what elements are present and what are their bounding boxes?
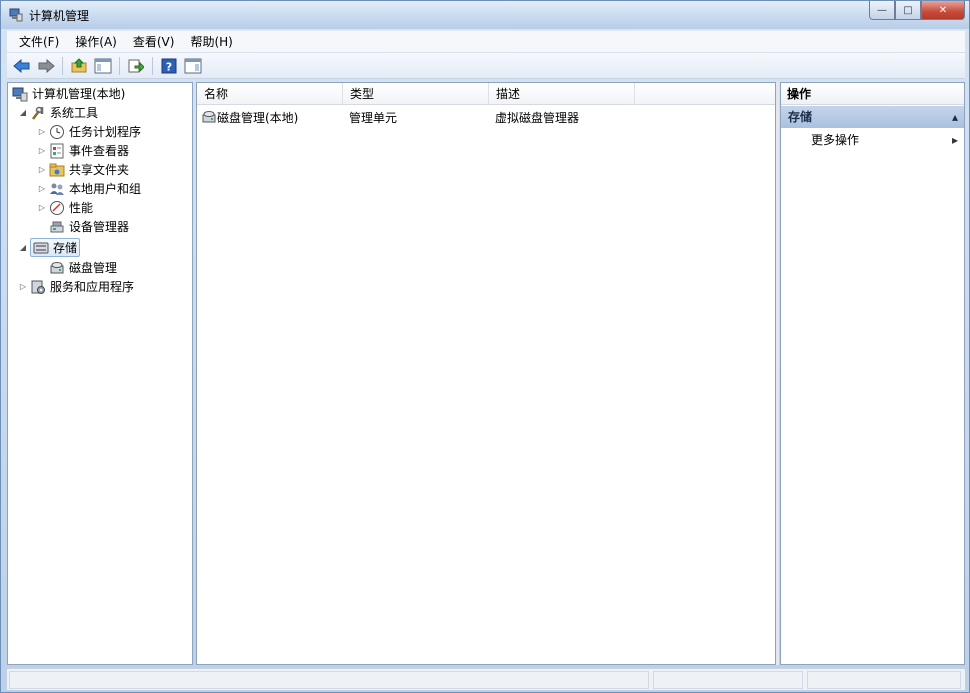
forward-icon[interactable] bbox=[35, 56, 57, 76]
tree-label: 共享文件夹 bbox=[69, 163, 130, 177]
status-bar-cell bbox=[807, 671, 961, 689]
details-list-pane[interactable]: 名称 类型 描述 磁盘管理(本地) 管理单元 虚拟磁盘管理器 bbox=[196, 82, 776, 665]
clock-icon bbox=[49, 124, 65, 140]
shared-folder-icon bbox=[49, 162, 65, 178]
tools-icon bbox=[30, 105, 46, 121]
status-bar-cell bbox=[9, 671, 649, 689]
services-icon bbox=[30, 279, 46, 295]
toolbar-separator bbox=[152, 56, 153, 75]
disk-management-icon bbox=[201, 109, 217, 125]
minimize-button[interactable]: — bbox=[869, 1, 895, 20]
actions-section-storage[interactable]: 存储 ▴ bbox=[781, 106, 964, 128]
tree-label: 服务和应用程序 bbox=[50, 280, 135, 294]
up-folder-icon[interactable] bbox=[68, 56, 90, 76]
computer-management-window: 计算机管理 — □ ✕ 文件(F) 操作(A) 查看(V) 帮助(H) ? 计算… bbox=[0, 0, 970, 693]
tree-label: 事件查看器 bbox=[69, 144, 130, 158]
column-header-name[interactable]: 名称 bbox=[197, 83, 343, 105]
status-bar-cell bbox=[653, 671, 803, 689]
submenu-arrow-icon: ▸ bbox=[951, 133, 958, 147]
expand-arrow-icon[interactable]: ▷ bbox=[37, 165, 47, 174]
menu-action[interactable]: 操作(A) bbox=[67, 32, 125, 52]
close-button[interactable]: ✕ bbox=[921, 1, 965, 20]
title-bar[interactable]: 计算机管理 — □ ✕ bbox=[1, 1, 969, 29]
computer-management-icon bbox=[9, 8, 23, 22]
tree-item-storage[interactable]: ◢ 存储 bbox=[18, 238, 81, 257]
tree-item-disk-management[interactable]: 磁盘管理 bbox=[49, 258, 117, 277]
expand-arrow-icon[interactable]: ▷ bbox=[18, 282, 28, 291]
list-item[interactable]: 磁盘管理(本地) 管理单元 虚拟磁盘管理器 bbox=[197, 107, 775, 127]
column-header-type[interactable]: 类型 bbox=[343, 83, 489, 105]
status-bar bbox=[7, 668, 965, 690]
window-title: 计算机管理 bbox=[29, 9, 90, 23]
selected-node-highlight[interactable]: 存储 bbox=[30, 238, 81, 257]
svg-text:?: ? bbox=[166, 60, 172, 73]
users-icon bbox=[49, 181, 65, 197]
collapse-section-icon[interactable]: ▴ bbox=[952, 106, 958, 128]
toolbar-separator bbox=[119, 56, 120, 75]
tree-item-system-tools[interactable]: ◢ 系统工具 bbox=[18, 103, 98, 122]
list-cell-description: 虚拟磁盘管理器 bbox=[495, 110, 580, 125]
show-hide-action-pane-icon[interactable] bbox=[182, 56, 204, 76]
tree-label: 磁盘管理 bbox=[69, 261, 118, 275]
toolbar: ? bbox=[7, 53, 965, 79]
tree-label: 设备管理器 bbox=[69, 220, 130, 234]
help-icon[interactable]: ? bbox=[158, 56, 180, 76]
tree-item-performance[interactable]: ▷ 性能 bbox=[37, 198, 93, 217]
device-manager-icon bbox=[49, 219, 65, 235]
more-actions-item[interactable]: 更多操作 ▸ bbox=[781, 130, 964, 150]
console-tree-pane[interactable]: 计算机管理(本地) ◢ 系统工具 ▷ 任务计划程序 ▷ 事件查看器 ▷ 共享文件… bbox=[7, 82, 193, 665]
more-actions-label: 更多操作 bbox=[811, 133, 860, 147]
tree-label: 系统工具 bbox=[50, 106, 99, 120]
tree-item-local-users[interactable]: ▷ 本地用户和组 bbox=[37, 179, 141, 198]
tree-item-services-apps[interactable]: ▷ 服务和应用程序 bbox=[18, 277, 134, 296]
toolbar-separator bbox=[62, 56, 63, 75]
tree-label: 性能 bbox=[69, 201, 94, 215]
maximize-button[interactable]: □ bbox=[895, 1, 921, 20]
tree-item-root[interactable]: 计算机管理(本地) bbox=[12, 84, 125, 103]
menu-bar: 文件(F) 操作(A) 查看(V) 帮助(H) bbox=[7, 30, 965, 52]
collapse-arrow-icon[interactable]: ◢ bbox=[18, 108, 28, 117]
maximize-icon: □ bbox=[903, 4, 913, 16]
show-hide-tree-icon[interactable] bbox=[92, 56, 114, 76]
pane-splitter[interactable] bbox=[776, 82, 779, 665]
expand-arrow-icon[interactable]: ▷ bbox=[37, 203, 47, 212]
tree-label: 本地用户和组 bbox=[69, 182, 142, 196]
tree-item-device-manager[interactable]: 设备管理器 bbox=[49, 217, 129, 236]
list-cell-name: 磁盘管理(本地) bbox=[197, 109, 343, 126]
actions-pane: 操作 存储 ▴ 更多操作 ▸ bbox=[780, 82, 965, 665]
storage-icon bbox=[33, 240, 49, 256]
menu-view[interactable]: 查看(V) bbox=[125, 32, 183, 52]
tree-label: 存储 bbox=[53, 241, 78, 255]
list-cell-name-text: 磁盘管理(本地) bbox=[217, 110, 299, 125]
list-header: 名称 类型 描述 bbox=[197, 83, 775, 105]
expand-arrow-icon[interactable]: ▷ bbox=[37, 127, 47, 136]
close-icon: ✕ bbox=[938, 4, 948, 16]
menu-help[interactable]: 帮助(H) bbox=[182, 32, 240, 52]
tree-item-task-scheduler[interactable]: ▷ 任务计划程序 bbox=[37, 122, 141, 141]
computer-management-icon bbox=[12, 86, 28, 102]
actions-header: 操作 bbox=[781, 83, 964, 105]
event-log-icon bbox=[49, 143, 65, 159]
expand-arrow-icon[interactable]: ▷ bbox=[37, 184, 47, 193]
back-icon[interactable] bbox=[11, 56, 33, 76]
list-cell-type: 管理单元 bbox=[349, 110, 398, 125]
performance-gauge-icon bbox=[49, 200, 65, 216]
tree-label: 任务计划程序 bbox=[69, 125, 142, 139]
tree-label: 计算机管理(本地) bbox=[32, 87, 126, 101]
collapse-arrow-icon[interactable]: ◢ bbox=[18, 243, 28, 252]
tree-item-event-viewer[interactable]: ▷ 事件查看器 bbox=[37, 141, 129, 160]
actions-section-label: 存储 bbox=[788, 110, 813, 124]
column-header-description[interactable]: 描述 bbox=[489, 83, 635, 105]
menu-file[interactable]: 文件(F) bbox=[11, 32, 67, 52]
tree-item-shared-folders[interactable]: ▷ 共享文件夹 bbox=[37, 160, 129, 179]
minimize-icon: — bbox=[877, 4, 887, 16]
expand-arrow-icon[interactable]: ▷ bbox=[37, 146, 47, 155]
disk-management-icon bbox=[49, 260, 65, 276]
export-list-icon[interactable] bbox=[125, 56, 147, 76]
